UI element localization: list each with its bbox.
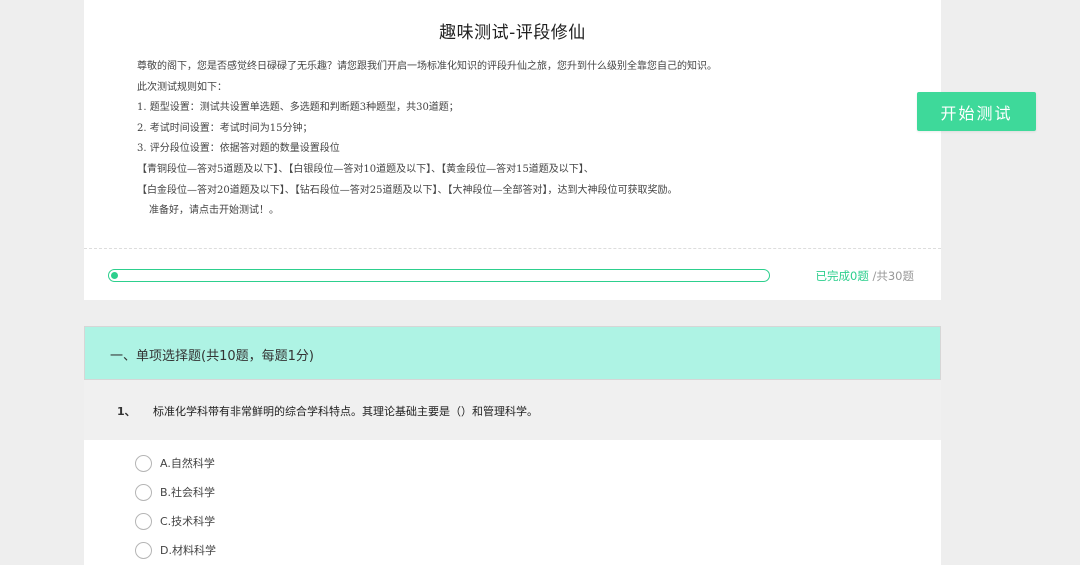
description-line: 3. 评分段位设置：依据答对题的数量设置段位 <box>137 143 340 155</box>
option-label: A.自然科学 <box>160 457 215 470</box>
radio-icon[interactable] <box>135 454 152 472</box>
progress-status: 已完成0题 /共30题 <box>816 268 915 284</box>
option-label: B.社会科学 <box>160 486 216 499</box>
question-text: 标准化学科带有非常鲜明的综合学科特点。其理论基础主要是（）和管理科学。 <box>153 405 538 418</box>
option-c[interactable]: C.技术科学 <box>135 512 215 530</box>
radio-icon[interactable] <box>135 483 152 501</box>
answer-options: A.自然科学 B.社会科学 C.技术科学 D.材料科学 <box>84 440 941 565</box>
quiz-description: 尊敬的阁下，您是否感觉终日碌碌了无乐趣？请您跟我们开启一场标准化知识的评段升仙之… <box>137 57 857 222</box>
radio-icon[interactable] <box>135 541 152 559</box>
option-d[interactable]: D.材料科学 <box>135 541 216 559</box>
divider <box>84 248 941 249</box>
description-line: 【青铜段位—答对5道题及以下】、【白银段位—答对10道题及以下】、【黄金段位—答… <box>137 163 594 175</box>
progress-bar <box>108 269 770 282</box>
option-label: D.材料科学 <box>160 544 216 557</box>
question-number: 1、 <box>117 405 136 418</box>
section-header: 一、单项选择题(共10题，每题1分) <box>84 326 941 380</box>
start-test-button[interactable]: 开始测试 <box>917 92 1036 131</box>
progress-total: /共30题 <box>872 269 914 283</box>
progress-completed: 已完成0题 <box>815 269 869 283</box>
description-line: 1. 题型设置：测试共设置单选题、多选题和判断题3种题型，共30道题； <box>137 102 459 114</box>
intro-card: 趣味测试-评段修仙 尊敬的阁下，您是否感觉终日碌碌了无乐趣？请您跟我们开启一场标… <box>84 0 941 300</box>
description-line: 【白金段位—答对20道题及以下】、【钻石段位—答对25道题及以下】、【大神段位—… <box>137 184 678 196</box>
section-title: 一、单项选择题(共10题，每题1分) <box>110 349 314 364</box>
description-line: 尊敬的阁下，您是否感觉终日碌碌了无乐趣？请您跟我们开启一场标准化知识的评段升仙之… <box>137 61 717 72</box>
description-line: 准备好，请点击开始测试！。 <box>149 205 279 217</box>
question-block: 1、 标准化学科带有非常鲜明的综合学科特点。其理论基础主要是（）和管理科学。 <box>84 380 941 440</box>
description-line: 2. 考试时间设置：考试时间为15分钟； <box>137 122 313 134</box>
option-b[interactable]: B.社会科学 <box>135 483 215 501</box>
radio-icon[interactable] <box>135 512 152 530</box>
option-a[interactable]: A.自然科学 <box>135 454 215 472</box>
description-line: 此次测试规则如下： <box>137 81 227 93</box>
progress-fill <box>111 272 118 279</box>
option-label: C.技术科学 <box>160 515 216 528</box>
page-title: 趣味测试-评段修仙 <box>439 23 586 43</box>
